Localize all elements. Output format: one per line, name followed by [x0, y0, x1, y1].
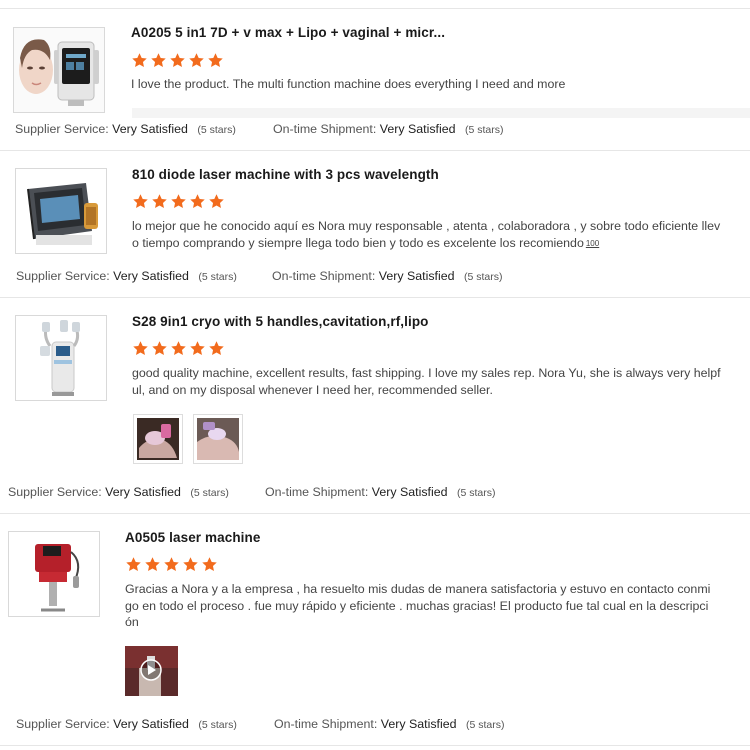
supplier-service-stars: (5 stars) [198, 271, 237, 283]
supplier-service-label: Supplier Service: [16, 269, 110, 283]
star-icon [171, 194, 186, 209]
product-title[interactable]: A0505 laser machine [125, 530, 260, 545]
star-icon [164, 557, 179, 572]
shipment-label: On-time Shipment: [272, 269, 376, 283]
rating-stars [131, 52, 224, 70]
supplier-service-rating: Supplier Service: Very Satisfied (5 star… [15, 122, 236, 136]
star-icon [189, 53, 204, 68]
shipment-label: On-time Shipment: [265, 485, 369, 499]
supplier-service-rating: Supplier Service: Very Satisfied (5 star… [8, 485, 229, 499]
product-title[interactable]: S28 9in1 cryo with 5 handles,cavitation,… [132, 314, 429, 329]
supplier-service-label: Supplier Service: [15, 122, 109, 136]
product-thumbnail[interactable] [8, 531, 100, 617]
shipment-rating: On-time Shipment: Very Satisfied (5 star… [274, 717, 504, 731]
supplier-service-label: Supplier Service: [16, 717, 110, 731]
shipment-value: Very Satisfied [379, 122, 456, 136]
supplier-service-value: Very Satisfied [113, 717, 189, 731]
divider [0, 745, 750, 746]
star-icon [208, 53, 223, 68]
review-text: I love the product. The multi function m… [131, 77, 566, 91]
shipment-rating: On-time Shipment: Very Satisfied (5 star… [265, 485, 495, 499]
supplier-service-value: Very Satisfied [113, 269, 189, 283]
star-icon [170, 53, 185, 68]
supplier-service-value: Very Satisfied [105, 485, 181, 499]
review-video-thumbnail [125, 646, 178, 696]
review-photo-image [137, 418, 179, 460]
product-thumbnail[interactable] [13, 27, 105, 113]
shipment-stars: (5 stars) [464, 124, 504, 136]
shipment-value: Very Satisfied [371, 485, 448, 499]
review-text: good quality machine, excellent results,… [132, 366, 721, 397]
supplier-service-stars: (5 stars) [190, 487, 229, 499]
shipment-stars: (5 stars) [463, 271, 503, 283]
review-text-body: lo mejor que he conocido aquí es Nora mu… [132, 219, 721, 250]
shipment-label: On-time Shipment: [273, 122, 377, 136]
supplier-service-stars: (5 stars) [197, 124, 236, 136]
product-image [14, 28, 104, 112]
rating-stars [132, 340, 225, 358]
shipment-stars: (5 stars) [465, 719, 505, 731]
shipment-rating: On-time Shipment: Very Satisfied (5 star… [273, 122, 503, 136]
review-video[interactable] [125, 646, 178, 696]
product-thumbnail[interactable] [15, 315, 107, 401]
product-title[interactable]: A0205 5 in1 7D + v max + Lipo + vaginal … [131, 25, 445, 40]
star-icon [183, 557, 198, 572]
supplier-service-stars: (5 stars) [198, 719, 237, 731]
star-icon [132, 53, 147, 68]
review-text: Gracias a Nora y a la empresa , ha resue… [125, 582, 711, 629]
star-icon [152, 341, 167, 356]
supplier-service-rating: Supplier Service: Very Satisfied (5 star… [16, 269, 237, 283]
review-item: 810 diode laser machine with 3 pcs wavel… [0, 150, 750, 297]
star-icon [202, 557, 217, 572]
product-image [16, 316, 106, 400]
star-icon [171, 341, 186, 356]
rating-stars [132, 193, 225, 211]
star-icon [151, 53, 166, 68]
product-title[interactable]: 810 diode laser machine with 3 pcs wavel… [132, 167, 439, 182]
supplier-service-label: Supplier Service: [8, 485, 102, 499]
star-icon [190, 341, 205, 356]
supplier-service-value: Very Satisfied [112, 122, 188, 136]
star-icon [133, 341, 148, 356]
review-item: A0505 laser machine Gracias a Nora y a l… [0, 513, 750, 745]
star-icon [145, 557, 160, 572]
rating-stars [125, 556, 218, 574]
star-icon [209, 341, 224, 356]
review-photo[interactable] [193, 414, 243, 464]
shipment-label: On-time Shipment: [274, 717, 378, 731]
product-image [9, 532, 99, 616]
review-text: lo mejor que he conocido aquí es Nora mu… [132, 218, 730, 252]
supplier-service-rating: Supplier Service: Very Satisfied (5 star… [16, 717, 237, 731]
shipment-rating: On-time Shipment: Very Satisfied (5 star… [272, 269, 502, 283]
review-photo-image [197, 418, 239, 460]
product-image [16, 169, 106, 253]
review-photo[interactable] [133, 414, 183, 464]
star-icon [190, 194, 205, 209]
review-item: A0205 5 in1 7D + v max + Lipo + vaginal … [0, 0, 750, 150]
product-thumbnail[interactable] [15, 168, 107, 254]
shipment-value: Very Satisfied [380, 717, 457, 731]
star-icon [126, 557, 141, 572]
star-icon [152, 194, 167, 209]
shipment-stars: (5 stars) [456, 487, 496, 499]
shipment-value: Very Satisfied [378, 269, 455, 283]
divider [132, 108, 750, 118]
star-icon [133, 194, 148, 209]
translate-link[interactable]: 100 [586, 239, 599, 248]
star-icon [209, 194, 224, 209]
review-item: S28 9in1 cryo with 5 handles,cavitation,… [0, 297, 750, 513]
